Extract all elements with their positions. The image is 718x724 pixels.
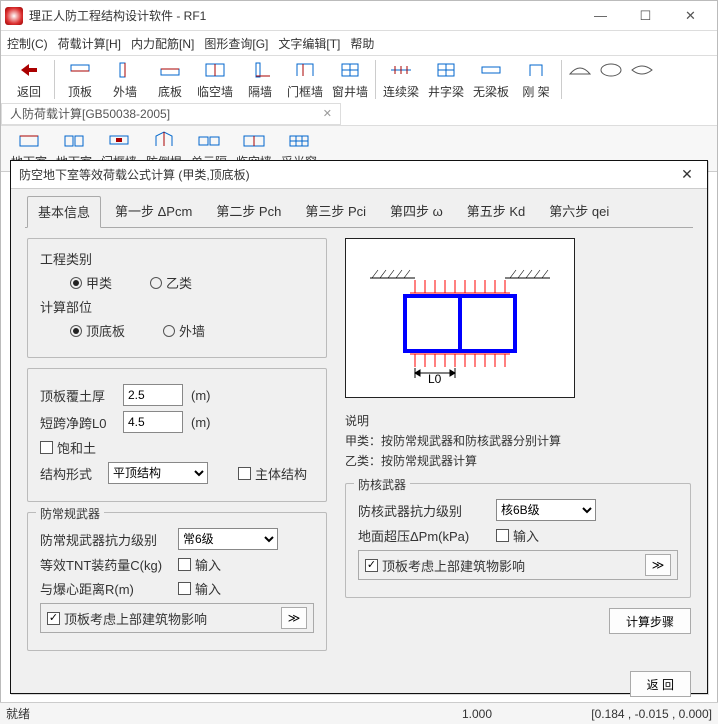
select-struct-form[interactable]: 平顶结构 [108, 462, 208, 484]
info-strip: 人防荷载计算[GB50038-2005] ✕ [1, 103, 341, 125]
tool-flat-slab[interactable]: 无梁板 [469, 59, 513, 100]
select-conv-resist-level[interactable]: 常6级 [178, 528, 278, 550]
dialog-close-button[interactable]: ✕ [675, 166, 699, 183]
status-scale: 1.000 [222, 707, 532, 721]
status-ready: 就绪 [6, 705, 222, 722]
tool-back[interactable]: 返回 [7, 59, 51, 100]
dialog-back-button[interactable]: 返 回 [630, 671, 691, 697]
tab-step2[interactable]: 第二步 Pch [206, 196, 291, 228]
tab-step5[interactable]: 第五步 Kd [457, 196, 536, 228]
tool-shape-1[interactable] [565, 59, 595, 100]
note-line-1: 甲类：按防常规武器和防核武器分别计算 [345, 432, 691, 449]
group-project-type: 工程类别 甲类 乙类 计算部位 顶底板 外墙 [27, 238, 327, 358]
tool-window-well[interactable]: 窗井墙 [328, 59, 372, 100]
label-tnt-charge: 等效TNT装药量C(kg) [40, 555, 170, 574]
input-short-span[interactable] [123, 411, 183, 433]
note-title: 说明 [345, 412, 691, 429]
tool-shape-3[interactable] [627, 59, 657, 100]
checkbox-saturated-soil[interactable]: 饱和土 [40, 438, 96, 457]
window-title: 理正人防工程结构设计软件 - RF1 [29, 7, 578, 24]
label-blast-distance: 与爆心距离R(m) [40, 579, 170, 598]
label-ground-overpressure: 地面超压ΔPm(kPa) [358, 526, 488, 545]
tab-step1[interactable]: 第一步 ΔPcm [105, 196, 202, 228]
group-params: 顶板覆土厚 (m) 短跨净跨L0 (m) 饱和土 结构形式 平顶结构 主体结构 [27, 368, 327, 502]
tool-top-slab[interactable]: 顶板 [58, 59, 102, 100]
tool-cont-beam[interactable]: 连续梁 [379, 59, 423, 100]
label-conv-weapon: 防常规武器 [36, 505, 104, 522]
tool-door-frame[interactable]: 门框墙 [283, 59, 327, 100]
label-conv-resist-level: 防常规武器抗力级别 [40, 530, 170, 549]
label-struct-form: 结构形式 [40, 464, 100, 483]
radio-ext-wall[interactable]: 外墙 [163, 321, 205, 340]
structure-diagram: L0 [345, 238, 575, 398]
tab-basic-info[interactable]: 基本信息 [27, 196, 101, 228]
checkbox-top-building-effect-conv[interactable]: 顶板考虑上部建筑物影响 [47, 609, 207, 628]
radio-top-bottom-slab[interactable]: 顶底板 [70, 321, 125, 340]
tab-step3[interactable]: 第三步 Pci [295, 196, 376, 228]
tool-bottom-slab[interactable]: 底板 [148, 59, 192, 100]
tool-shape-2[interactable] [596, 59, 626, 100]
close-button[interactable]: ✕ [668, 2, 713, 30]
checkbox-tnt-input[interactable]: 输入 [178, 555, 221, 574]
label-project-type: 工程类别 [40, 249, 92, 268]
radio-class-a[interactable]: 甲类 [70, 273, 112, 292]
checkbox-top-building-effect-nuc[interactable]: 顶板考虑上部建筑物影响 [365, 556, 525, 575]
input-cover-thickness[interactable] [123, 384, 183, 406]
tool-rigid-frame[interactable]: 刚 架 [514, 59, 558, 100]
label-nuc-resist-level: 防核武器抗力级别 [358, 501, 488, 520]
dialog-tabs: 基本信息 第一步 ΔPcm 第二步 Pch 第三步 Pci 第四步 ω 第五步 … [11, 189, 707, 227]
group-nuclear-weapon: 防核武器 防核武器抗力级别 核6B级 地面超压ΔPm(kPa) 输入 顶板考虑上… [345, 483, 691, 598]
tool-grid-beam[interactable]: 井字梁 [424, 59, 468, 100]
label-nuclear-weapon: 防核武器 [354, 476, 410, 493]
strip-close-icon[interactable]: ✕ [323, 104, 332, 124]
status-coords: [0.184 , -0.015 , 0.000] [532, 707, 712, 721]
menu-graphic[interactable]: 图形查询[G] [204, 35, 268, 52]
menu-load[interactable]: 荷载计算[H] [58, 35, 121, 52]
expand-button-nuc[interactable]: ≫ [645, 554, 671, 576]
label-cover-thickness: 顶板覆土厚 [40, 386, 115, 405]
note-line-2: 乙类：按防常规武器计算 [345, 452, 691, 469]
menu-bar: 控制(C) 荷载计算[H] 内力配筋[N] 图形查询[G] 文字编辑[T] 帮助 [1, 31, 717, 55]
maximize-button[interactable]: ☐ [623, 2, 668, 30]
toolbar-main: 返回 顶板 外墙 底板 临空墙 隔墙 门框墙 窗井墙 连续梁 井字梁 无梁板 刚… [1, 55, 717, 101]
app-icon [5, 7, 23, 25]
group-conventional-weapon: 防常规武器 防常规武器抗力级别 常6级 等效TNT装药量C(kg) 输入 与爆心… [27, 512, 327, 651]
calc-steps-button[interactable]: 计算步骤 [609, 608, 691, 634]
checkbox-dist-input[interactable]: 输入 [178, 579, 221, 598]
dialog-load-formula: 防空地下室等效荷载公式计算 (甲类,顶底板) ✕ 基本信息 第一步 ΔPcm 第… [10, 160, 708, 694]
menu-help[interactable]: 帮助 [350, 35, 374, 52]
tab-step4[interactable]: 第四步 ω [380, 196, 453, 228]
tool-ext-wall[interactable]: 外墙 [103, 59, 147, 100]
dialog-title: 防空地下室等效荷载公式计算 (甲类,顶底板) [19, 166, 675, 183]
label-calc-part: 计算部位 [40, 297, 92, 316]
tool-partition[interactable]: 隔墙 [238, 59, 282, 100]
menu-text[interactable]: 文字编辑[T] [278, 35, 340, 52]
expand-button-conv[interactable]: ≫ [281, 607, 307, 629]
tool-blast-wall[interactable]: 临空墙 [193, 59, 237, 100]
tab-step6[interactable]: 第六步 qei [539, 196, 619, 228]
menu-force[interactable]: 内力配筋[N] [131, 35, 194, 52]
checkbox-overpressure-input[interactable]: 输入 [496, 526, 539, 545]
checkbox-main-struct[interactable]: 主体结构 [238, 464, 307, 483]
note-block: 说明 甲类：按防常规武器和防核武器分别计算 乙类：按防常规武器计算 [345, 412, 691, 469]
svg-text:L0: L0 [428, 372, 442, 386]
label-short-span: 短跨净跨L0 [40, 413, 115, 432]
radio-class-b[interactable]: 乙类 [150, 273, 192, 292]
status-bar: 就绪 1.000 [0.184 , -0.015 , 0.000] [0, 702, 718, 724]
menu-control[interactable]: 控制(C) [7, 35, 48, 52]
minimize-button[interactable]: — [578, 2, 623, 30]
select-nuc-resist-level[interactable]: 核6B级 [496, 499, 596, 521]
